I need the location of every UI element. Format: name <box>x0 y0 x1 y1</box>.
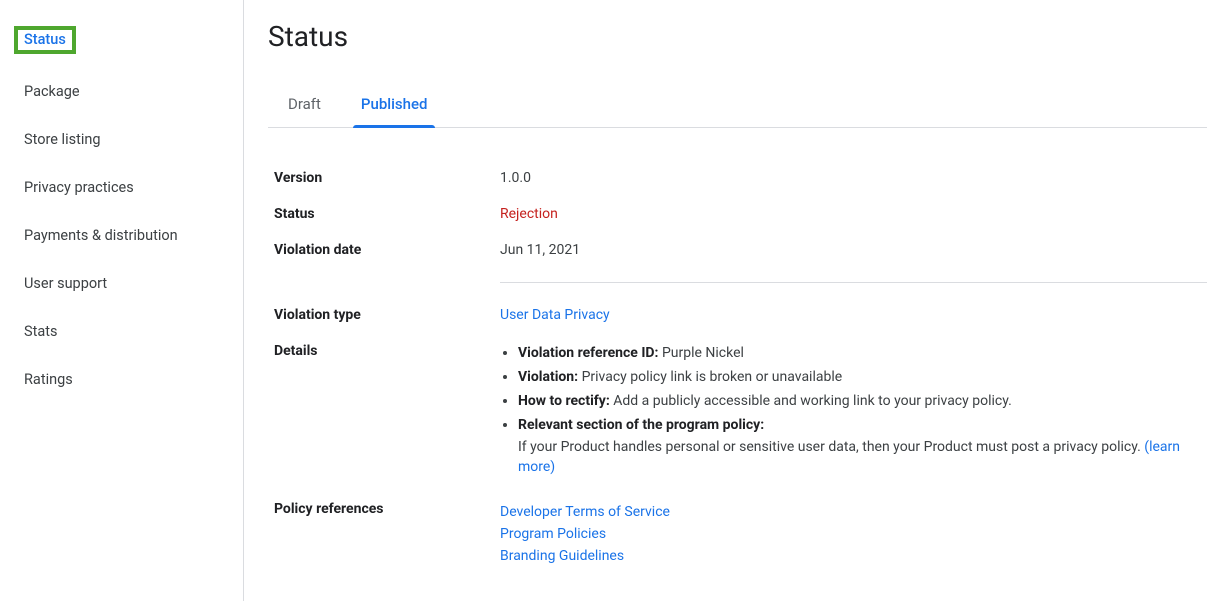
version-label: Version <box>274 170 500 186</box>
detail-ref-id-key: Violation reference ID: <box>518 345 658 361</box>
violation-date-label: Violation date <box>274 242 500 258</box>
sidebar-item-package[interactable]: Package <box>0 68 243 116</box>
detail-violation-value: Privacy policy link is broken or unavail… <box>578 369 842 385</box>
detail-ref-id: Violation reference ID: Purple Nickel <box>518 343 1207 363</box>
violation-type-link[interactable]: User Data Privacy <box>500 307 610 323</box>
detail-violation-key: Violation: <box>518 369 578 385</box>
main-content: Status Draft Published Version 1.0.0 Sta… <box>244 0 1231 601</box>
row-violation-date: Violation date Jun 11, 2021 <box>274 232 1207 268</box>
sidebar-item-status[interactable]: Status <box>0 12 243 68</box>
violation-type-label: Violation type <box>274 307 500 323</box>
violation-date-value: Jun 11, 2021 <box>500 242 1207 258</box>
info-panel: Version 1.0.0 Status Rejection Violation… <box>268 160 1207 577</box>
row-violation-type: Violation type User Data Privacy <box>274 297 1207 333</box>
sidebar-item-ratings[interactable]: Ratings <box>0 356 243 404</box>
page-title: Status <box>268 20 1207 53</box>
tabs: Draft Published <box>268 83 1207 128</box>
policy-ref-program-policies[interactable]: Program Policies <box>500 523 1207 545</box>
divider <box>500 282 1207 283</box>
highlight-box: Status <box>14 26 76 54</box>
detail-ref-id-value: Purple Nickel <box>658 345 743 361</box>
row-status: Status Rejection <box>274 196 1207 232</box>
row-policy-references: Policy references Developer Terms of Ser… <box>274 491 1207 577</box>
sidebar-item-privacy-practices[interactable]: Privacy practices <box>0 164 243 212</box>
detail-relevant-key: Relevant section of the program policy: <box>518 417 764 433</box>
detail-rectify: How to rectify: Add a publicly accessibl… <box>518 391 1207 411</box>
sidebar: Status Package Store listing Privacy pra… <box>0 0 244 601</box>
detail-rectify-key: How to rectify: <box>518 393 610 409</box>
status-value: Rejection <box>500 206 1207 222</box>
policy-ref-developer-tos[interactable]: Developer Terms of Service <box>500 501 1207 523</box>
sidebar-item-label: Status <box>24 31 66 48</box>
detail-relevant: Relevant section of the program policy: … <box>518 415 1207 477</box>
detail-rectify-value: Add a publicly accessible and working li… <box>610 393 1012 409</box>
details-label: Details <box>274 343 500 359</box>
row-version: Version 1.0.0 <box>274 160 1207 196</box>
sidebar-item-store-listing[interactable]: Store listing <box>0 116 243 164</box>
sidebar-item-user-support[interactable]: User support <box>0 260 243 308</box>
detail-relevant-text: If your Product handles personal or sens… <box>518 437 1207 477</box>
tab-draft[interactable]: Draft <box>268 83 341 127</box>
details-list: Violation reference ID: Purple Nickel Vi… <box>500 343 1207 477</box>
sidebar-item-payments-distribution[interactable]: Payments & distribution <box>0 212 243 260</box>
status-label: Status <box>274 206 500 222</box>
sidebar-item-stats[interactable]: Stats <box>0 308 243 356</box>
policy-ref-branding-guidelines[interactable]: Branding Guidelines <box>500 545 1207 567</box>
policy-references-label: Policy references <box>274 501 500 517</box>
row-details: Details Violation reference ID: Purple N… <box>274 333 1207 491</box>
tab-published[interactable]: Published <box>341 83 448 127</box>
detail-violation: Violation: Privacy policy link is broken… <box>518 367 1207 387</box>
version-value: 1.0.0 <box>500 170 1207 186</box>
relevant-body: If your Product handles personal or sens… <box>518 439 1144 455</box>
